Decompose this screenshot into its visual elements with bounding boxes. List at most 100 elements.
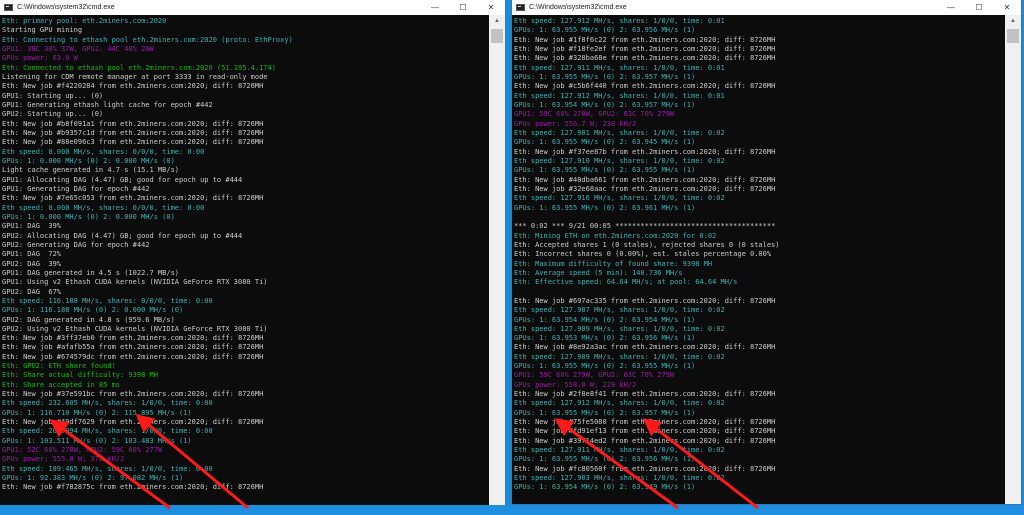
console-line: GPU2: DAG 67% (2, 288, 488, 297)
console-line: Eth speed: 127.903 MH/s, shares: 1/0/0, … (514, 474, 1004, 483)
console-line: GPU2: Starting up... (0) (2, 110, 488, 119)
console-line: GPUs power: 63.0 W (2, 54, 488, 63)
cmd-icon (516, 4, 525, 11)
console-line: GPU1: 59C 60% 278W, GPU2: 63C 70% 279W (514, 110, 1004, 119)
title-bar[interactable]: C:\Windows\system32\cmd.exe — ☐ ✕ (512, 0, 1021, 15)
scrollbar-thumb[interactable] (1007, 29, 1019, 43)
console-line: Eth speed: 0.000 MH/s, shares: 0/0/0, ti… (2, 204, 488, 213)
console-line: Eth: New job #fc80560f from eth.2miners.… (514, 465, 1004, 474)
console-line: GPUs: 1: 63.953 MH/s (0) 2: 63.956 MH/s … (514, 334, 1004, 343)
console-line: Eth speed: 127.912 MH/s, shares: 1/0/0, … (514, 399, 1004, 408)
console-line: GPUs power: 555.8 W; 372 kH/J (2, 455, 488, 464)
console-line: GPUs: 1: 63.955 MH/s (0) 2: 63.957 MH/s … (514, 73, 1004, 82)
console-line: Starting GPU mining (2, 26, 488, 35)
console-line: GPU2: Generating DAG for epoch #442 (2, 241, 488, 250)
console-line: Eth: New job #7e65c053 from eth.2miners.… (2, 194, 488, 203)
console-line: GPUs: 1: 63.955 MH/s (0) 2: 63.955 MH/s … (514, 166, 1004, 175)
console-line: GPUs: 1: 63.955 MH/s (0) 2: 63.945 MH/s … (514, 138, 1004, 147)
console-line: GPUs: 1: 92.383 MH/s (0) 2: 97.082 MH/s … (2, 474, 488, 483)
console-output: Eth: primary pool: eth.2miners.com:2020S… (0, 15, 488, 505)
title-bar[interactable]: C:\Windows\system32\cmd.exe — ☐ ✕ (0, 0, 505, 15)
console-line: GPU1: Starting up... (0) (2, 92, 488, 101)
console-line: Eth: Accepted shares 1 (0 stales), rejec… (514, 241, 1004, 250)
console-line: Eth: New job #75fe5080 from eth.2miners.… (514, 418, 1004, 427)
console-line: GPUs: 1: 103.511 MH/s (0) 2: 103.483 MH/… (2, 437, 488, 446)
window-title: C:\Windows\system32\cmd.exe (529, 4, 627, 11)
console-line: Eth speed: 127.909 MH/s, shares: 1/0/0, … (514, 325, 1004, 334)
console-line: Eth speed: 127.907 MH/s, shares: 1/0/0, … (514, 306, 1004, 315)
console-output: Eth speed: 127.912 MH/s, shares: 1/0/0, … (512, 15, 1004, 504)
cmd-window-left: C:\Windows\system32\cmd.exe — ☐ ✕ Eth: p… (0, 0, 506, 505)
console-line: Eth: New job #697ac335 from eth.2miners.… (514, 297, 1004, 306)
console-line: Eth speed: 232.605 MH/s, shares: 1/0/0, … (2, 399, 488, 408)
console-line (514, 288, 1004, 297)
scroll-up-icon[interactable]: ▲ (489, 15, 505, 27)
scrollbar-thumb[interactable] (491, 29, 503, 43)
console-line: Eth: Connected to ethash pool eth.2miner… (2, 64, 488, 73)
console-line: Eth: New job #40dba661 from eth.2miners.… (514, 176, 1004, 185)
console-line: GPUs: 1: 63.955 MH/s (0) 2: 63.955 MH/s … (514, 362, 1004, 371)
maximize-button[interactable]: ☐ (449, 0, 477, 15)
console-line: GPUs: 1: 63.955 MH/s (0) 2: 63.956 MH/s … (514, 26, 1004, 35)
console-line: Eth: New job #b8f091a1 from eth.2miners.… (2, 120, 488, 129)
console-line: Eth: Mining ETH on eth.2miners.com:2020 … (514, 232, 1004, 241)
console-line: GPU1: 59C 60% 279W, GPU2: 63C 70% 279W (514, 371, 1004, 380)
minimize-button[interactable]: — (421, 0, 449, 15)
console-line: Eth: New job #328ba68e from eth.2miners.… (514, 54, 1004, 63)
console-line: GPU1: Using v2 Ethash CUDA kernels (NVID… (2, 278, 488, 287)
maximize-button[interactable]: ☐ (965, 0, 993, 15)
console-line: GPUs: 1: 63.955 MH/s (0) 2: 63.961 MH/s … (514, 204, 1004, 213)
cmd-window-right: C:\Windows\system32\cmd.exe — ☐ ✕ Eth sp… (511, 0, 1022, 505)
console-line: Light cache generated in 4.7 s (15.1 MB/… (2, 166, 488, 175)
console-line: GPU1: Generating DAG for epoch #442 (2, 185, 488, 194)
console-line: Eth speed: 0.000 MH/s, shares: 0/0/0, ti… (2, 148, 488, 157)
cmd-icon (4, 4, 13, 11)
console-line: Eth speed: 206.994 MH/s, shares: 1/0/0, … (2, 427, 488, 436)
console-line: Eth: New job #49df7629 from eth.2miners.… (2, 418, 488, 427)
console-line: Eth: New job #afafb55a from eth.2miners.… (2, 343, 488, 352)
console-line: Eth: New job #b9357c1d from eth.2miners.… (2, 129, 488, 138)
console-line: Eth speed: 127.909 MH/s, shares: 1/0/0, … (514, 353, 1004, 362)
console-line: Eth: Average speed (5 min): 140.736 MH/s (514, 269, 1004, 278)
console-line: Eth: New job #f782875c from eth.2miners.… (2, 483, 488, 492)
console-line: GPUs: 1: 63.954 MH/s (0) 2: 63.954 MH/s … (514, 316, 1004, 325)
console-line: GPU2: Using v2 Ethash CUDA kernels (NVID… (2, 325, 488, 334)
console-line: Eth speed: 127.901 MH/s, shares: 1/0/0, … (514, 129, 1004, 138)
console-line: Eth: Connecting to ethash pool eth.2mine… (2, 36, 488, 45)
console-line: Eth speed: 189.465 MH/s, shares: 1/0/0, … (2, 465, 488, 474)
scrollbar[interactable]: ▲ (489, 15, 505, 505)
console-line: GPUs: 1: 116.188 MH/s (0) 2: 0.000 MH/s … (2, 306, 488, 315)
console-line: GPUs: 1: 0.000 MH/s (0) 2: 0.000 MH/s (0… (2, 213, 488, 222)
console-line: Eth: New job #37e591bc from eth.2miners.… (2, 390, 488, 399)
console-line: Eth: New job #f4220284 from eth.2miners.… (2, 82, 488, 91)
console-line: Eth: New job #2f8e8f41 from eth.2miners.… (514, 390, 1004, 399)
close-button[interactable]: ✕ (993, 0, 1021, 15)
console-line: Eth: New job #674579dc from eth.2miners.… (2, 353, 488, 362)
console-line: Eth speed: 127.910 MH/s, shares: 1/0/0, … (514, 157, 1004, 166)
scrollbar[interactable]: ▲ (1005, 15, 1021, 504)
close-button[interactable]: ✕ (477, 0, 505, 15)
console-line: Eth: Effective speed: 64.64 MH/s; at poo… (514, 278, 1004, 287)
console-line (514, 213, 1004, 222)
console-line: Eth: New job #fd91ef13 from eth.2miners.… (514, 427, 1004, 436)
console-line: Eth: New job #8e92a3ac from eth.2miners.… (514, 343, 1004, 352)
console-line: Eth speed: 127.912 MH/s, shares: 1/0/0, … (514, 17, 1004, 26)
console-line: Listening for CDM remote manager at port… (2, 73, 488, 82)
console-line: Eth: GPU2: ETH share found! (2, 362, 488, 371)
console-line: Eth: Share accepted in 85 ms (2, 381, 488, 390)
console-line: GPU1: Allocating DAG (4.47) GB; good for… (2, 176, 488, 185)
console-line: Eth: New job #32e68aac from eth.2miners.… (514, 185, 1004, 194)
console-line: Eth: New job #c5b6f440 from eth.2miners.… (514, 82, 1004, 91)
console-line: GPUs: 1: 63.955 MH/s (0) 2: 63.956 MH/s … (514, 455, 1004, 464)
console-line: Eth speed: 127.912 MH/s, shares: 1/0/0, … (514, 92, 1004, 101)
console-line: Eth speed: 116.188 MH/s, shares: 0/0/0, … (2, 297, 488, 306)
console-line: Eth: Maximum difficulty of found share: … (514, 260, 1004, 269)
console-line: Eth: primary pool: eth.2miners.com:2020 (2, 17, 488, 26)
console-line: Eth: New job #f18fe2ef from eth.2miners.… (514, 45, 1004, 54)
console-line: *** 0:02 *** 9/21 00:05 ****************… (514, 222, 1004, 231)
console-line: Eth speed: 127.916 MH/s, shares: 1/0/0, … (514, 194, 1004, 203)
console-line: GPU2: DAG generated in 4.8 s (959.6 MB/s… (2, 316, 488, 325)
minimize-button[interactable]: — (937, 0, 965, 15)
scroll-up-icon[interactable]: ▲ (1005, 15, 1021, 27)
console-line: GPU1: Generating ethash light cache for … (2, 101, 488, 110)
